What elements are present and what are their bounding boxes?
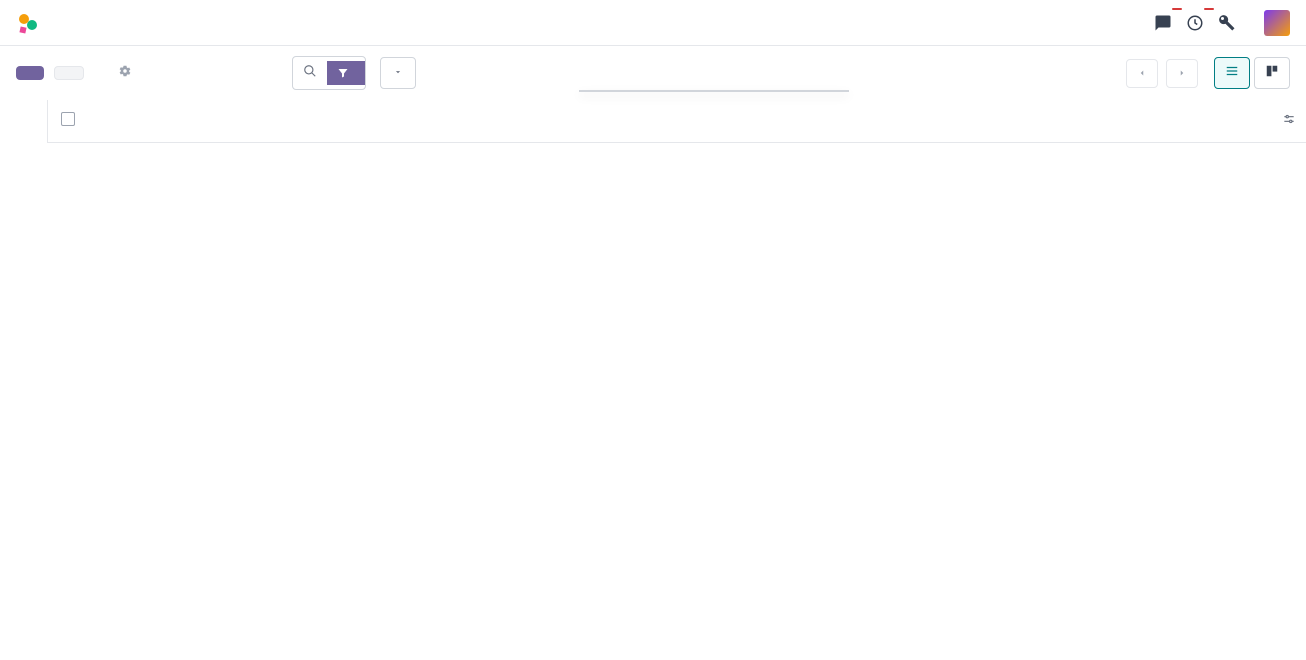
activities-icon[interactable] [1186, 14, 1204, 32]
search-icon [293, 57, 327, 89]
col-name[interactable] [312, 100, 536, 143]
select-all-checkbox[interactable] [61, 112, 75, 126]
messages-icon[interactable] [1154, 14, 1172, 32]
new-button[interactable] [16, 66, 44, 80]
configuration-menu [579, 90, 849, 92]
pager-prev[interactable] [1126, 59, 1158, 88]
pager-next[interactable] [1166, 59, 1198, 88]
import-button[interactable] [54, 66, 84, 80]
user-avatar[interactable] [1264, 10, 1290, 36]
messages-badge [1172, 8, 1182, 10]
col-type[interactable] [535, 100, 759, 143]
search-dropdown-toggle[interactable] [380, 57, 416, 89]
col-company[interactable] [979, 100, 1203, 143]
tools-icon[interactable] [1218, 14, 1236, 32]
column-options-icon[interactable] [1282, 114, 1296, 130]
search-box[interactable] [292, 56, 366, 90]
col-code[interactable] [88, 100, 312, 143]
gear-icon[interactable] [118, 64, 132, 82]
activities-badge [1204, 8, 1214, 10]
sidebar [0, 100, 48, 143]
view-list-button[interactable] [1214, 57, 1250, 89]
view-kanban-button[interactable] [1254, 57, 1290, 89]
app-logo [16, 11, 40, 35]
filter-chip[interactable] [327, 61, 365, 85]
accounts-table [48, 100, 1306, 143]
